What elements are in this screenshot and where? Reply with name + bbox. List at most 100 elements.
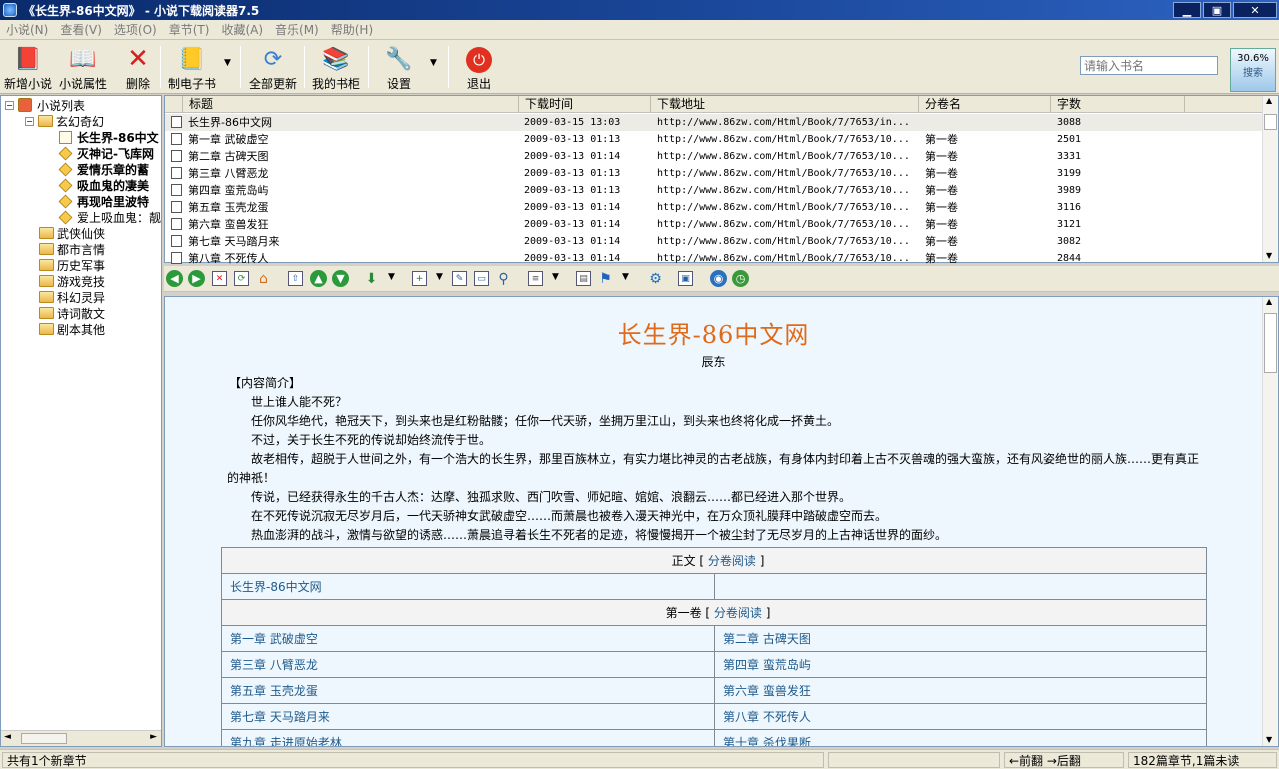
scroll-left-icon[interactable]: ◄ (4, 732, 11, 742)
menu-chapter[interactable]: 章节(T) (163, 21, 216, 38)
back-icon[interactable]: ◀ (166, 270, 183, 287)
add-dropdown-icon[interactable]: ▼ (436, 272, 443, 282)
collapse-icon[interactable]: − (5, 100, 14, 110)
reader-vertical-scrollbar[interactable]: ▲ ▼ (1262, 297, 1278, 746)
menu-favorites[interactable]: 收藏(A) (215, 21, 269, 38)
edit-icon[interactable]: ✎ (452, 271, 467, 286)
header-download-time[interactable]: 下载时间 (519, 96, 651, 113)
chapter-link[interactable]: 第七章 天马踏月来 (230, 710, 330, 724)
header-download-url[interactable]: 下载地址 (651, 96, 919, 113)
read-by-volume-link[interactable]: 分卷阅读 (708, 554, 756, 568)
settings-dropdown-icon[interactable]: ▼ (430, 58, 437, 68)
list-row[interactable]: 第七章 天马踏月来 2009-03-13 01:14 http://www.86zw… (165, 233, 1263, 250)
make-ebook-button[interactable]: 📒 制电子书 (166, 42, 218, 92)
scroll-right-icon[interactable]: ► (150, 732, 157, 742)
tree-category[interactable]: − 玄幻奇幻 (25, 113, 104, 129)
flag-dropdown-icon[interactable]: ▼ (622, 272, 629, 282)
header-word-count[interactable]: 字数 (1051, 96, 1185, 113)
tree-category[interactable]: 都市言情 (39, 241, 105, 257)
menu-options[interactable]: 选项(O) (108, 21, 163, 38)
scroll-thumb[interactable] (1264, 313, 1277, 373)
scroll-up-icon[interactable]: ▲ (1266, 96, 1272, 105)
gear-icon[interactable]: ⚙ (648, 271, 663, 287)
menu-view[interactable]: 查看(V) (54, 21, 108, 38)
list-vertical-scrollbar[interactable]: ▲ ▼ (1262, 96, 1278, 262)
chapter-link[interactable]: 第三章 八臂恶龙 (230, 658, 318, 672)
menu-help[interactable]: 帮助(H) (325, 21, 379, 38)
tree-book[interactable]: 吸血鬼的凄美 (58, 177, 149, 193)
chapter-link[interactable]: 第一章 武破虚空 (230, 632, 318, 646)
globe-icon[interactable]: ◉ (710, 270, 727, 287)
search-input[interactable] (1080, 56, 1218, 75)
window-icon[interactable]: ▣ (678, 271, 693, 286)
tree-book[interactable]: 爱上吸血鬼：靓 (58, 209, 161, 225)
header-title[interactable]: 标题 (183, 96, 519, 113)
document-icon[interactable]: ≡ (528, 271, 543, 286)
chapter-link[interactable]: 第二章 古碑天图 (723, 632, 811, 646)
menu-novel[interactable]: 小说(N) (0, 21, 54, 38)
flag-icon[interactable]: ⚑ (598, 271, 613, 287)
search-button[interactable]: 30.6% 搜索 (1230, 48, 1276, 92)
read-by-volume-link[interactable]: 分卷阅读 (714, 606, 762, 620)
maximize-button[interactable]: ▣ (1203, 2, 1231, 18)
exit-button[interactable]: ⏻ 退出 (458, 42, 500, 92)
stop-icon[interactable]: ✕ (212, 271, 227, 286)
scroll-thumb[interactable] (1264, 114, 1277, 130)
chapter-link[interactable]: 第八章 不死传人 (723, 710, 811, 724)
folder-icon[interactable]: ▭ (474, 271, 489, 286)
header-volume[interactable]: 分卷名 (919, 96, 1051, 113)
list-row[interactable]: 第五章 玉壳龙蛋 2009-03-13 01:14 http://www.86zw.… (165, 199, 1263, 216)
scroll-up-icon[interactable]: ▲ (1266, 297, 1272, 306)
scroll-thumb[interactable] (21, 733, 67, 744)
list-row[interactable]: 第四章 蛮荒岛屿 2009-03-13 01:13 http://www.86zw.… (165, 182, 1263, 199)
home-icon[interactable]: ⌂ (256, 271, 271, 287)
list-row[interactable]: 第八章 不死传人 2009-03-13 01:14 http://www.86zw.… (165, 250, 1263, 267)
chapter-link[interactable]: 第九章 走进原始老林 (230, 736, 342, 746)
list-row[interactable]: 第二章 古碑天图 2009-03-13 01:14 http://www.86zw.… (165, 148, 1263, 165)
notes-icon[interactable]: ▤ (576, 271, 591, 286)
download-dropdown-icon[interactable]: ▼ (388, 272, 395, 282)
clock-icon[interactable]: ◷ (732, 270, 749, 287)
chapter-link[interactable]: 第十章 杀伐果断 (723, 736, 811, 746)
scroll-down-icon[interactable]: ▼ (1266, 735, 1272, 744)
tree-category[interactable]: 历史军事 (39, 257, 105, 273)
up-arrow-icon[interactable]: ▲ (310, 270, 327, 287)
my-shelf-button[interactable]: 📚 我的书柜 (309, 42, 363, 92)
forward-icon[interactable]: ▶ (188, 270, 205, 287)
menu-music[interactable]: 音乐(M) (269, 21, 325, 38)
tree-horizontal-scrollbar[interactable]: ◄ ► (1, 730, 161, 746)
add-page-icon[interactable]: + (412, 271, 427, 286)
tree-root[interactable]: − 小说列表 (5, 97, 85, 113)
novel-props-button[interactable]: 📖 小说属性 (57, 42, 109, 92)
tree-category[interactable]: 科幻灵异 (39, 289, 105, 305)
settings-button[interactable]: 🔧 设置 (378, 42, 420, 92)
new-novel-button[interactable]: 📕 新增小说 (2, 42, 54, 92)
tree-category[interactable]: 剧本其他 (39, 321, 105, 337)
scroll-down-icon[interactable]: ▼ (1266, 251, 1272, 260)
minimize-button[interactable]: ▁ (1173, 2, 1201, 18)
chapter-link[interactable]: 第五章 玉壳龙蛋 (230, 684, 318, 698)
list-row[interactable]: 第三章 八臂恶龙 2009-03-13 01:13 http://www.86zw.… (165, 165, 1263, 182)
document-dropdown-icon[interactable]: ▼ (552, 272, 559, 282)
list-row[interactable]: 长生界-86中文网 2009-03-15 13:03 http://www.86zw… (165, 114, 1263, 131)
tree-category[interactable]: 游戏竞技 (39, 273, 105, 289)
update-all-button[interactable]: ⟳ 全部更新 (246, 42, 300, 92)
delete-button[interactable]: ✕ 删除 (118, 42, 158, 92)
chapter-link[interactable]: 长生界-86中文网 (230, 580, 322, 594)
tree-category[interactable]: 武侠仙侠 (39, 225, 105, 241)
close-button[interactable]: ✕ (1233, 2, 1277, 18)
chapter-link[interactable]: 第四章 蛮荒岛屿 (723, 658, 811, 672)
tree-book[interactable]: 再现哈里波特 (58, 193, 149, 209)
chapter-link[interactable]: 第六章 蛮兽发狂 (723, 684, 811, 698)
refresh-page-icon[interactable]: ⟳ (234, 271, 249, 286)
down-arrow-icon[interactable]: ▼ (332, 270, 349, 287)
tree-book[interactable]: 灭神记-飞库网 (58, 145, 154, 161)
list-row[interactable]: 第六章 蛮兽发狂 2009-03-13 01:14 http://www.86zw.… (165, 216, 1263, 233)
search-icon[interactable]: ⚲ (496, 271, 511, 287)
collapse-icon[interactable]: − (25, 116, 34, 126)
tree-book[interactable]: 爱情乐章的蓄 (58, 161, 149, 177)
download-icon[interactable]: ⬇ (364, 271, 379, 287)
go-up-icon[interactable]: ⇧ (288, 271, 303, 286)
make-ebook-dropdown-icon[interactable]: ▼ (224, 58, 231, 68)
list-row[interactable]: 第一章 武破虚空 2009-03-13 01:13 http://www.86zw.… (165, 131, 1263, 148)
